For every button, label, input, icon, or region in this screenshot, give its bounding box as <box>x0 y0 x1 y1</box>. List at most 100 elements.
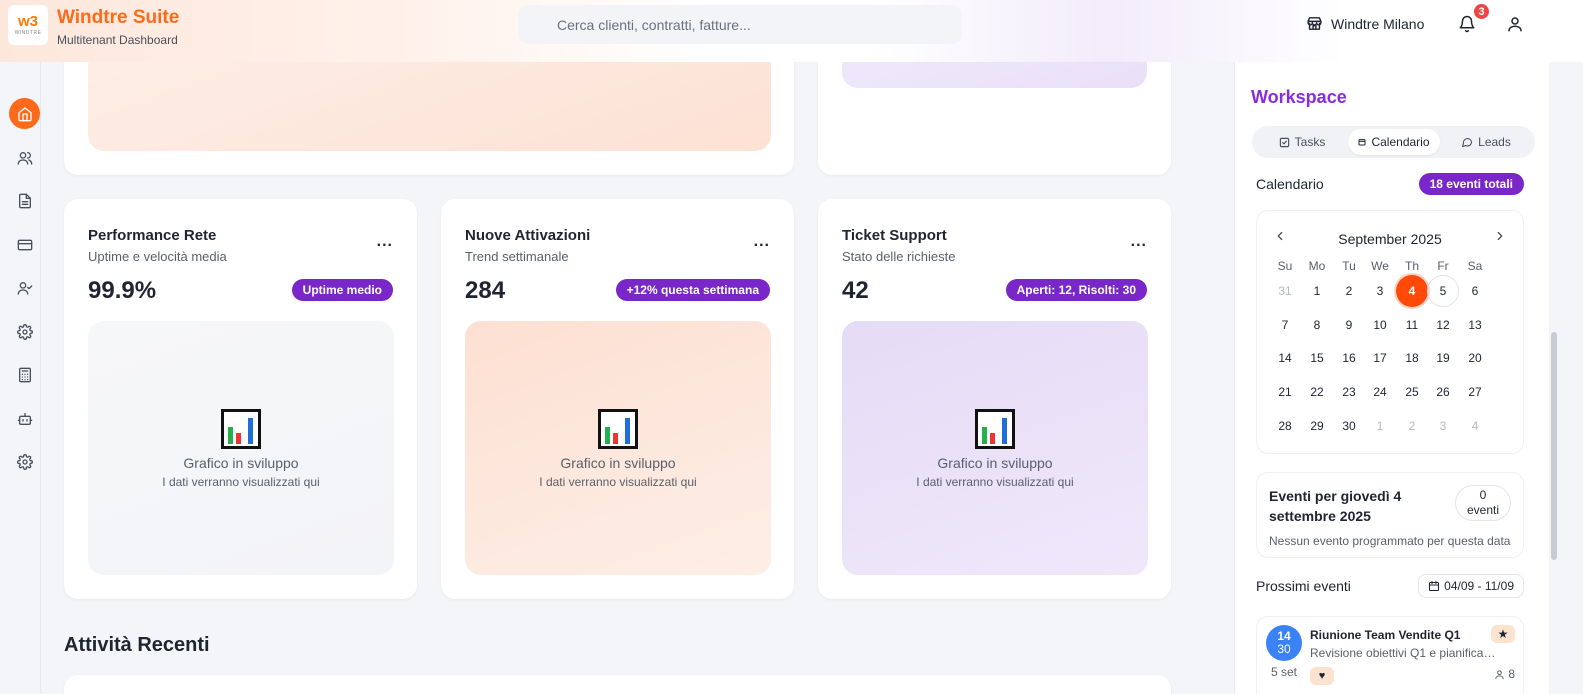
card-subtitle: Trend settimanale <box>465 249 569 264</box>
calendar-day[interactable]: 12 <box>1427 309 1459 341</box>
tab-label: Tasks <box>1294 135 1326 149</box>
chart-placeholder-title: Grafico in sviluppo <box>560 455 676 471</box>
sidebar-item-settings[interactable] <box>9 316 40 347</box>
calendar-widget: September 2025 Su Mo Tu We Th Fr Sa 31 1 2 3 4 5 6 7 8… <box>1256 210 1524 454</box>
sidebar-item-calculator[interactable] <box>9 359 40 390</box>
recent-activity-card <box>64 675 1171 694</box>
sidebar-item-users-check[interactable] <box>9 272 40 303</box>
calendar-day[interactable]: 6 <box>1459 275 1491 307</box>
more-options-button[interactable]: ... <box>754 233 770 251</box>
logo-caption: WINDTRE <box>14 30 42 36</box>
calendar-day[interactable]: 21 <box>1269 376 1301 408</box>
calendar-day[interactable]: 8 <box>1301 309 1333 341</box>
user-menu-button[interactable] <box>1506 15 1524 38</box>
calendar-day[interactable]: 27 <box>1459 376 1491 408</box>
calendar-day[interactable]: 2 <box>1333 275 1365 307</box>
search-input[interactable]: Cerca clienti, contratti, fatture... <box>518 5 962 44</box>
sidebar-item-billing[interactable] <box>9 229 40 260</box>
gear-icon <box>16 323 33 340</box>
upcoming-event-card[interactable]: 14 30 Riunione Team Vendite Q1 Revisione… <box>1256 616 1524 694</box>
calendar-day[interactable]: 5 <box>1427 275 1459 307</box>
brand-logo[interactable]: w3 WINDTRE <box>8 5 48 45</box>
category-icon: ♥ <box>1310 667 1334 685</box>
chart-placeholder: Grafico in sviluppo I dati verranno visu… <box>465 321 771 575</box>
calendar-day[interactable]: 28 <box>1269 410 1301 442</box>
calendar-icon <box>1358 139 1366 146</box>
calendar-day[interactable]: 1 <box>1301 275 1333 307</box>
recent-activity-title: Attività Recenti <box>64 634 210 656</box>
user-icon <box>1508 17 1522 32</box>
calendar-day[interactable]: 1 <box>1364 410 1396 442</box>
tab-leads[interactable]: Leads <box>1440 129 1532 155</box>
tab-calendario[interactable]: Calendario <box>1348 129 1440 155</box>
scrollbar-thumb[interactable] <box>1551 332 1557 560</box>
sidebar-item-clients[interactable] <box>9 142 40 173</box>
calendar-day[interactable]: 20 <box>1459 342 1491 374</box>
event-description: Revisione obiettivi Q1 e pianificazione … <box>1310 646 1500 660</box>
calendar-day[interactable]: 26 <box>1427 376 1459 408</box>
top-header: w3 WINDTRE Windtre Suite Multitenant Das… <box>0 0 1583 62</box>
kpi-badge: Uptime medio <box>291 279 393 301</box>
calendar-day[interactable]: 17 <box>1364 342 1396 374</box>
event-minute: 30 <box>1277 642 1291 656</box>
bar-chart-icon <box>598 409 638 449</box>
calendar-day[interactable]: 31 <box>1269 275 1301 307</box>
calendar-day[interactable]: 29 <box>1301 410 1333 442</box>
calendar-day[interactable]: 30 <box>1333 410 1365 442</box>
logo-mark: w3 <box>17 13 38 30</box>
calendar-day[interactable]: 19 <box>1427 342 1459 374</box>
calendar-heading: Calendario <box>1256 176 1324 192</box>
kpi-value: 42 <box>842 277 869 304</box>
calendar-day[interactable]: 3 <box>1364 275 1396 307</box>
attendee-count: 8 <box>1508 667 1515 681</box>
calendar-day[interactable]: 23 <box>1333 376 1365 408</box>
star-icon[interactable]: ★ <box>1491 625 1515 643</box>
day-events-title: Eventi per giovedì 4 settembre 2025 <box>1269 488 1402 524</box>
sidebar-item-documents[interactable] <box>9 185 40 216</box>
day-events-empty: Nessun evento programmato per questa dat… <box>1269 534 1511 548</box>
calendar-day[interactable]: 25 <box>1396 376 1428 408</box>
kpi-card-activations: Nuove Attivazioni Trend settimanale ... … <box>441 199 794 599</box>
calendar-day[interactable]: 3 <box>1427 410 1459 442</box>
calendar-day[interactable]: 9 <box>1333 309 1365 341</box>
more-options-button[interactable]: ... <box>377 233 393 251</box>
weekday-label: Tu <box>1342 259 1356 273</box>
calendar-day[interactable]: 11 <box>1396 309 1428 341</box>
card-subtitle: Uptime e velocità media <box>88 249 227 264</box>
weekday-label: Su <box>1277 259 1293 273</box>
calendar-day[interactable]: 7 <box>1269 309 1301 341</box>
calendar-day[interactable]: 4 <box>1396 275 1428 307</box>
upcoming-range-button[interactable]: 04/09 - 11/09 <box>1418 574 1524 598</box>
calendar-day[interactable]: 16 <box>1333 342 1365 374</box>
checkbox-icon <box>1279 137 1289 147</box>
calendar-day[interactable]: 24 <box>1364 376 1396 408</box>
tab-label: Calendario <box>1371 135 1430 149</box>
calendar-day[interactable]: 2 <box>1396 410 1428 442</box>
tab-label: Leads <box>1478 135 1511 149</box>
store-icon <box>1307 17 1322 30</box>
store-selector[interactable]: Windtre Milano <box>1306 15 1424 32</box>
sidebar-item-home[interactable] <box>9 98 40 129</box>
chart-placeholder: Grafico in sviluppo I dati verranno visu… <box>842 321 1148 575</box>
chart-placeholder: Grafico in sviluppo I dati verranno visu… <box>88 321 394 575</box>
sidebar-item-bot[interactable] <box>9 403 40 434</box>
calendar-day[interactable]: 10 <box>1364 309 1396 341</box>
tab-tasks[interactable]: Tasks <box>1256 129 1348 155</box>
next-month-button[interactable] <box>1493 229 1507 248</box>
calendar-day[interactable]: 15 <box>1301 342 1333 374</box>
chart-placeholder <box>88 50 771 151</box>
calendar-icon <box>1429 580 1440 592</box>
calendar-day[interactable]: 13 <box>1459 309 1491 341</box>
calendar-day[interactable]: 4 <box>1459 410 1491 442</box>
calendar-day[interactable]: 14 <box>1269 342 1301 374</box>
calendar-day[interactable]: 18 <box>1396 342 1428 374</box>
top-card-left <box>64 50 794 175</box>
workspace-panel: Workspace Tasks Calendario Leads Calenda… <box>1234 62 1549 694</box>
more-options-button[interactable]: ... <box>1131 233 1147 251</box>
credit-card-icon <box>17 239 32 250</box>
sidebar-item-settings-2[interactable] <box>9 446 40 477</box>
app-subtitle: Multitenant Dashboard <box>57 33 178 47</box>
workspace-title: Workspace <box>1251 87 1347 107</box>
calendar-day[interactable]: 22 <box>1301 376 1333 408</box>
bar-chart-icon <box>221 409 261 449</box>
